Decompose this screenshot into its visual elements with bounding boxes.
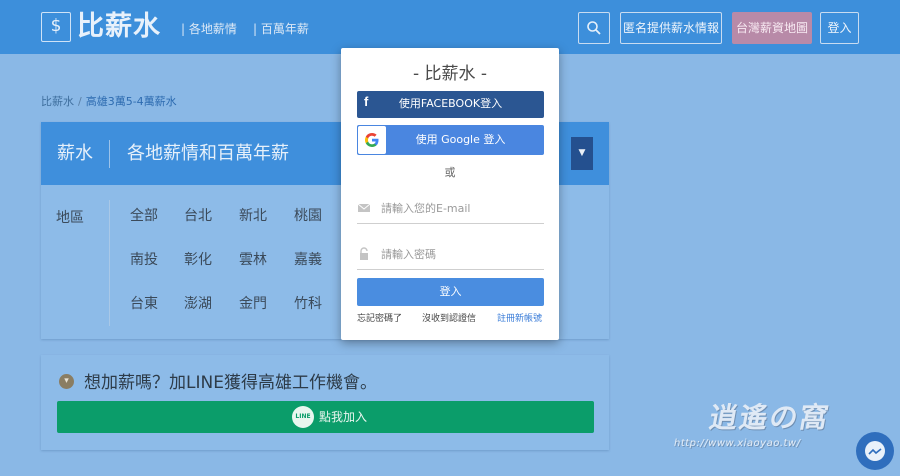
city-link-penghu[interactable]: 澎湖 [184, 295, 212, 313]
city-link-changhua[interactable]: 彰化 [184, 251, 212, 269]
password-field[interactable]: 請輸入密碼 [357, 240, 544, 270]
facebook-login-label: 使用FACEBOOK登入 [398, 97, 503, 110]
google-login-button[interactable]: 使用 Google 登入 [357, 125, 544, 155]
card-subtitle: 各地薪情和百萬年薪 [127, 143, 289, 164]
modal-title: - 比薪水 - [412, 64, 488, 84]
forgot-password-link[interactable]: 忘記密碼了 [357, 312, 402, 326]
line-join-button[interactable]: LINE 點我加入 [57, 401, 594, 433]
login-submit-button[interactable]: 登入 [357, 278, 544, 306]
envelope-icon [357, 203, 371, 212]
region-label: 地區 [56, 210, 84, 226]
or-divider-text: 或 [444, 166, 456, 179]
chevron-down-circle-icon: ▾ [59, 374, 74, 389]
facebook-login-button[interactable]: f 使用FACEBOOK登入 [357, 91, 544, 118]
messenger-chat-button[interactable] [856, 432, 894, 470]
breadcrumb-root[interactable]: 比薪水 [41, 95, 74, 108]
nav-link-regional-salaries[interactable]: | 各地薪情 [181, 20, 237, 38]
register-link[interactable]: 註冊新帳號 [497, 312, 542, 326]
nav-link-million-salary[interactable]: | 百萬年薪 [253, 20, 309, 38]
caret-down-icon[interactable]: ▼ [571, 137, 593, 170]
breadcrumb-current[interactable]: 高雄3萬5-4萬薪水 [86, 95, 177, 108]
line-logo-icon: LINE [292, 406, 314, 428]
watermark-url: http://www.xiaoyao.tw/ [674, 438, 801, 449]
resend-verification-link[interactable]: 沒收到認證信 [422, 312, 476, 326]
email-placeholder: 請輸入您的E-mail [381, 202, 471, 215]
password-placeholder: 請輸入密碼 [381, 248, 436, 261]
search-button[interactable] [578, 12, 610, 44]
city-link-yunlin[interactable]: 雲林 [239, 251, 267, 269]
city-link-taitung[interactable]: 台東 [130, 295, 158, 313]
city-link-taipei[interactable]: 台北 [184, 207, 212, 225]
city-link-all[interactable]: 全部 [130, 207, 158, 225]
city-link-taoyuan[interactable]: 桃園 [294, 207, 322, 225]
city-link-new-taipei[interactable]: 新北 [239, 207, 267, 225]
breadcrumb: 比薪水 / 高雄3萬5-4萬薪水 [41, 95, 177, 109]
city-link-kinmen[interactable]: 金門 [239, 295, 267, 313]
messenger-bolt-icon [868, 448, 882, 455]
top-navbar: $ 比薪水 | 各地薪情 | 百萬年薪 匿名提供薪水情報 台灣薪資地圖 登入 [0, 0, 900, 54]
dollar-logo-icon[interactable]: $ [41, 12, 71, 42]
city-link-science-park[interactable]: 竹科 [294, 295, 322, 313]
line-join-label: 點我加入 [319, 410, 368, 424]
google-login-label: 使用 Google 登入 [415, 133, 506, 146]
breadcrumb-separator: / [78, 95, 82, 108]
region-divider [109, 200, 110, 326]
lock-icon [360, 247, 368, 260]
city-link-chiayi[interactable]: 嘉義 [294, 251, 322, 269]
watermark: 逍遙の窩 http://www.xiaoyao.tw/ [674, 396, 870, 456]
salary-map-button[interactable]: 台灣薪資地圖 [732, 12, 812, 44]
line-promo-card: ▾ 想加薪嗎？加LINE獲得高雄工作機會。 LINE 點我加入 [41, 355, 609, 450]
anonymous-salary-button[interactable]: 匿名提供薪水情報 [620, 12, 722, 44]
line-promo-heading: 想加薪嗎？加LINE獲得高雄工作機會。 [84, 373, 377, 393]
city-link-nantou[interactable]: 南投 [130, 251, 158, 269]
header-divider [109, 140, 110, 168]
card-title: 薪水 [57, 143, 93, 164]
header-login-button[interactable]: 登入 [820, 12, 859, 44]
search-icon [587, 21, 601, 35]
email-field[interactable]: 請輸入您的E-mail [357, 194, 544, 224]
login-modal: - 比薪水 - f 使用FACEBOOK登入 使用 Google 登入 或 請輸… [341, 48, 559, 340]
site-logo-text[interactable]: 比薪水 [77, 8, 161, 46]
watermark-logo: 逍遙の窩 [706, 401, 833, 434]
